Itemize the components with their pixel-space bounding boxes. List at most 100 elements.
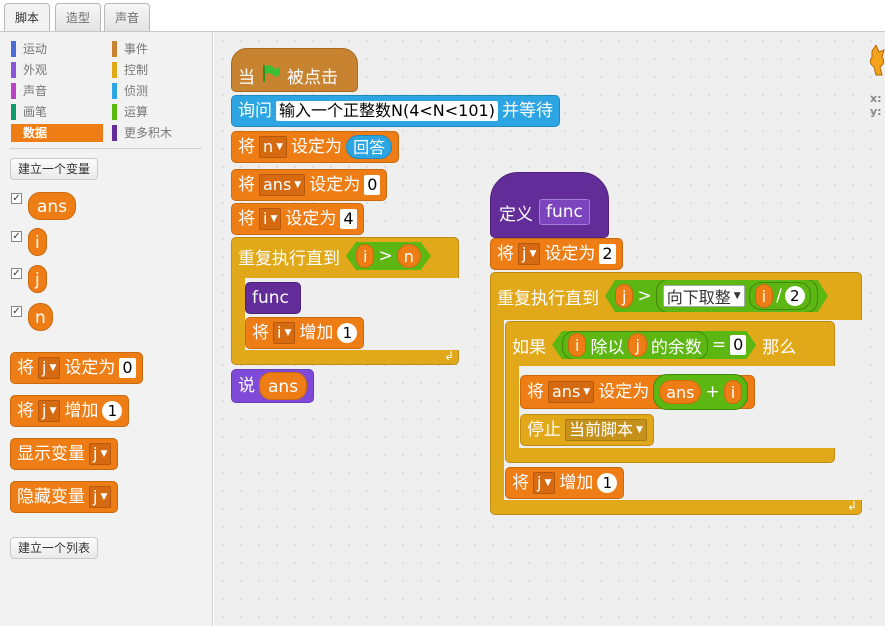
stop-option-dropdown[interactable]: 当前脚本 ▼ (565, 419, 647, 441)
variable-reporter-i[interactable]: i (755, 284, 773, 308)
category-sensing[interactable]: 侦测 (112, 82, 202, 100)
block-text: 如果 (512, 337, 546, 358)
value-input[interactable]: 1 (102, 401, 123, 421)
variable-reporter-j[interactable]: j (28, 265, 47, 293)
category-pen[interactable]: 画笔 (11, 103, 101, 121)
variable-checkbox-n[interactable]: ✓ (11, 306, 22, 317)
variable-reporter-i[interactable]: i (723, 380, 743, 404)
set-ans-sum-block[interactable]: 将 ans ▼ 设定为 ans + i (520, 374, 756, 410)
palette-hide-variable-block[interactable]: 隐藏变量 j ▼ (10, 481, 119, 513)
block-text: 隐藏变量 (17, 487, 85, 507)
variable-checkbox-i[interactable]: ✓ (11, 231, 22, 242)
variable-reporter-ans[interactable]: ans (659, 380, 702, 404)
add-reporter[interactable]: ans + i (653, 374, 749, 410)
set-i-block[interactable]: 将 i ▼ 设定为 4 (231, 203, 364, 235)
operator-symbol: > (637, 286, 652, 306)
mod-reporter[interactable]: i 除以 j 的余数 (562, 331, 708, 360)
value-input[interactable]: 2 (785, 286, 805, 306)
palette-set-variable-block[interactable]: 将 j ▼ 设定为 0 (10, 352, 143, 384)
value-input[interactable]: 4 (340, 209, 357, 229)
value-input[interactable]: 0 (364, 175, 381, 195)
value-input[interactable]: 1 (337, 323, 358, 343)
category-label: 声音 (23, 84, 48, 98)
make-variable-button[interactable]: 建立一个变量 (10, 158, 99, 180)
greater-than-condition[interactable]: i > n (346, 242, 431, 270)
variable-reporter-i[interactable]: i (356, 244, 374, 268)
block-text: 将 (238, 137, 255, 157)
variable-dropdown[interactable]: j ▼ (89, 486, 112, 508)
dropdown-value: j (537, 473, 542, 492)
variable-reporter-n[interactable]: n (28, 303, 53, 331)
dropdown-value: j (42, 401, 47, 420)
tab-costumes[interactable]: 造型 (55, 3, 102, 31)
dropdown-value: j (93, 444, 98, 463)
function-dropdown[interactable]: 向下取整 ▼ (663, 285, 745, 307)
category-label: 侦测 (124, 84, 149, 98)
variable-dropdown[interactable]: ans ▼ (548, 381, 595, 403)
dropdown-value: ans (552, 382, 581, 401)
greater-than-condition[interactable]: j > 向下取整 ▼ i / 2 (605, 280, 828, 312)
palette-show-variable-block[interactable]: 显示变量 j ▼ (10, 438, 119, 470)
variable-dropdown[interactable]: i ▼ (273, 322, 296, 344)
category-label: 运动 (23, 42, 48, 56)
palette-change-variable-block[interactable]: 将 j ▼ 增加 1 (10, 395, 130, 427)
tab-sounds[interactable]: 声音 (104, 3, 151, 31)
set-n-block[interactable]: 将 n ▼ 设定为 回答 (231, 131, 400, 163)
variable-reporter-ans[interactable]: ans (28, 192, 77, 220)
category-looks[interactable]: 外观 (11, 61, 101, 79)
value-input[interactable]: 2 (599, 244, 616, 264)
block-text: 设定为 (285, 209, 337, 229)
category-events[interactable]: 事件 (112, 40, 202, 58)
variable-reporter-j[interactable]: j (615, 284, 633, 308)
equals-condition[interactable]: i 除以 j 的余数 = 0 (552, 331, 756, 359)
variable-checkbox-j[interactable]: ✓ (11, 268, 22, 279)
category-motion[interactable]: 运动 (11, 40, 101, 58)
value-input[interactable]: 1 (597, 473, 618, 493)
variable-checkbox-ans[interactable]: ✓ (11, 193, 22, 204)
dropdown-arrow-icon: ▼ (636, 425, 643, 435)
category-data[interactable]: 数据 (11, 124, 103, 142)
set-ans-block[interactable]: 将 ans ▼ 设定为 0 (231, 169, 388, 201)
tab-bar: 脚本 造型 声音 (0, 0, 885, 32)
dropdown-arrow-icon: ▼ (529, 249, 537, 259)
block-text: 将 (238, 175, 255, 195)
variable-dropdown[interactable]: j ▼ (89, 443, 112, 465)
category-control[interactable]: 控制 (112, 61, 202, 79)
question-input[interactable]: 输入一个正整数N(4<N<101) (276, 101, 498, 121)
variable-dropdown[interactable]: j ▼ (38, 400, 61, 422)
variable-reporter-i[interactable]: i (568, 333, 586, 357)
when-flag-clicked-block[interactable]: 当 被点击 (231, 48, 358, 92)
category-more-blocks[interactable]: 更多积木 (112, 124, 202, 142)
category-color-bar (11, 41, 16, 57)
make-list-button[interactable]: 建立一个列表 (10, 537, 99, 559)
category-label: 运算 (124, 105, 149, 119)
block-text: 那么 (762, 337, 797, 358)
variable-reporter-i[interactable]: i (28, 228, 47, 256)
ask-and-wait-block[interactable]: 询问 输入一个正整数N(4<N<101) 并等待 (231, 95, 560, 127)
math-function-reporter[interactable]: 向下取整 ▼ i / 2 (656, 279, 818, 313)
dropdown-arrow-icon: ▼ (49, 363, 57, 373)
define-func-block[interactable]: 定义 func (490, 172, 609, 238)
variable-dropdown[interactable]: ans ▼ (259, 174, 306, 196)
stop-block[interactable]: 停止 当前脚本 ▼ (520, 414, 654, 446)
category-operators[interactable]: 运算 (112, 103, 202, 121)
value-input[interactable]: 0 (119, 358, 136, 378)
tab-scripts[interactable]: 脚本 (4, 3, 51, 32)
say-block[interactable]: 说 ans (231, 369, 315, 403)
variable-dropdown[interactable]: i ▼ (259, 208, 282, 230)
call-func-block[interactable]: func (245, 282, 301, 314)
answer-reporter[interactable]: 回答 (346, 135, 393, 159)
variable-dropdown[interactable]: j ▼ (518, 243, 541, 265)
variable-reporter-ans[interactable]: ans (259, 372, 308, 400)
variable-dropdown[interactable]: j ▼ (533, 472, 556, 494)
divide-reporter[interactable]: i / 2 (749, 282, 811, 310)
category-sound[interactable]: 声音 (11, 82, 101, 100)
change-j-block[interactable]: 将 j ▼ 增加 1 (505, 467, 625, 499)
variable-dropdown[interactable]: j ▼ (38, 357, 61, 379)
variable-reporter-j[interactable]: j (628, 333, 646, 357)
set-j-block[interactable]: 将 j ▼ 设定为 2 (490, 238, 623, 270)
variable-reporter-n[interactable]: n (397, 244, 421, 268)
change-i-block[interactable]: 将 i ▼ 增加 1 (245, 317, 365, 349)
value-input[interactable]: 0 (730, 335, 746, 355)
variable-dropdown[interactable]: n ▼ (259, 136, 288, 158)
